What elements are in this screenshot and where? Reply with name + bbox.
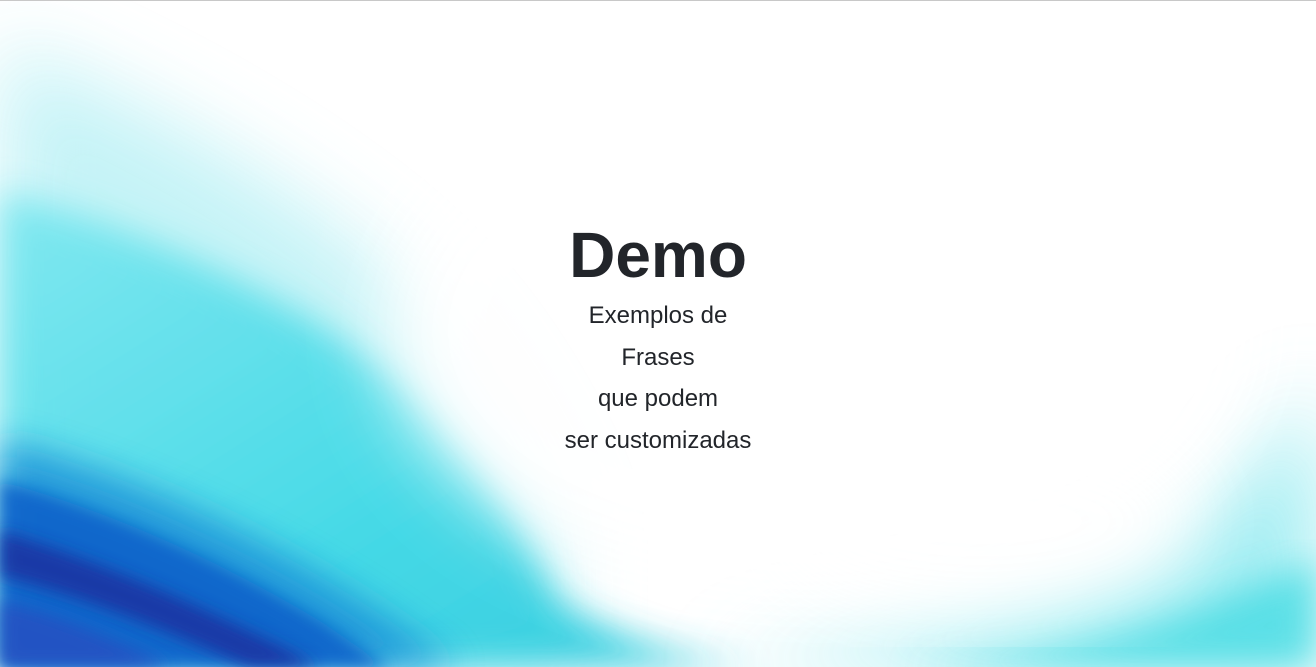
hero-phrase-line: Frases [621, 343, 695, 371]
hero-phrase-line: que podem [597, 385, 719, 412]
hero-phrase-line: ser customizadas [564, 426, 752, 454]
hero-phrase-line: Exemplos de [588, 302, 728, 329]
hero-title: Demo [569, 219, 747, 291]
hero-phrases: Exemplos de Frases que podem ser customi… [0, 295, 1316, 461]
hero-content: Demo Exemplos de Frases que podem ser cu… [0, 215, 1316, 461]
page: Demo Exemplos de Frases que podem ser cu… [0, 0, 1316, 667]
